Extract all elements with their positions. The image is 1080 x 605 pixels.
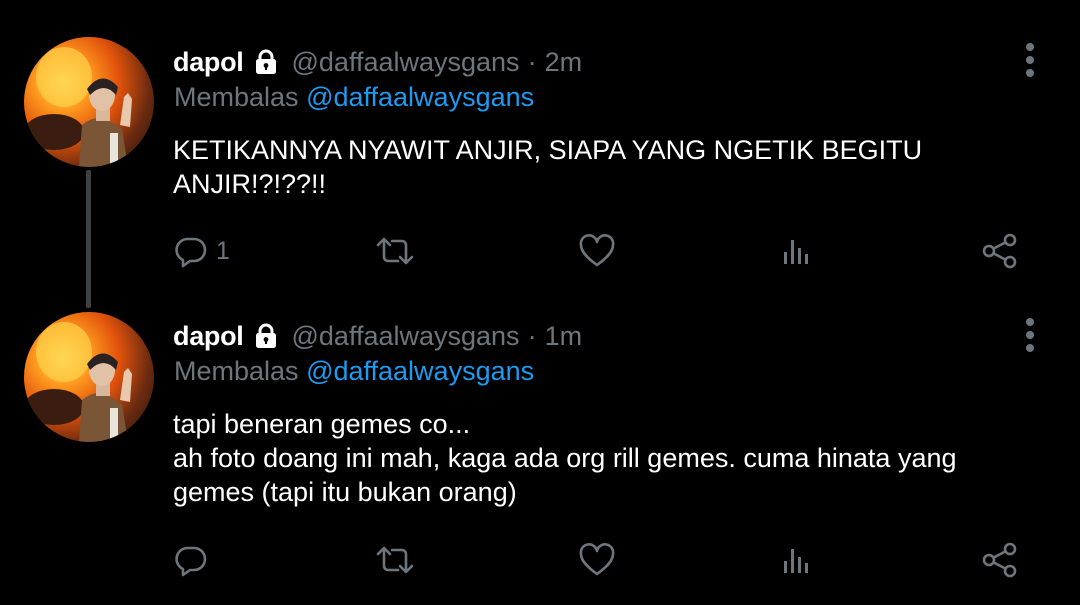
tweet[interactable]: dapol @daffaalwaysgans · 2m Membalas @da…	[0, 0, 1080, 300]
avatar[interactable]	[24, 312, 154, 442]
replying-to: Membalas @daffaalwaysgans	[174, 356, 534, 392]
tweet-text: KETIKANNYA NYAWIT ANJIR, SIAPA YANG NGET…	[173, 133, 1043, 201]
share-icon	[982, 233, 1017, 269]
views-button[interactable]	[778, 228, 814, 274]
tweet-header: dapol @daffaalwaysgans · 2m	[173, 42, 582, 82]
share-icon	[982, 542, 1017, 578]
tweet-actions	[0, 537, 1080, 583]
reply-prefix: Membalas	[174, 82, 299, 112]
retweet-icon	[376, 237, 414, 265]
reply-count: 1	[216, 236, 230, 265]
timestamp[interactable]: 2m	[545, 47, 583, 78]
separator-dot: ·	[527, 320, 537, 351]
more-vertical-icon[interactable]	[1024, 42, 1036, 78]
avatar[interactable]	[24, 37, 154, 167]
reply-bubble-icon	[175, 237, 207, 268]
like-button[interactable]	[578, 228, 616, 274]
separator-dot: ·	[527, 46, 537, 77]
avatar-photo	[24, 322, 132, 442]
tweet-text-line: KETIKANNYA NYAWIT ANJIR, SIAPA YANG NGET…	[173, 135, 923, 165]
reply-to-handle[interactable]: @daffaalwaysgans	[306, 82, 534, 112]
lock-icon	[255, 323, 276, 348]
views-button[interactable]	[778, 537, 814, 583]
like-button[interactable]	[578, 537, 616, 583]
tweet-text-line: ANJIR!?!??!!	[173, 169, 327, 199]
retweet-icon	[376, 546, 414, 574]
analytics-bars-icon	[784, 240, 808, 264]
user-handle[interactable]: @daffaalwaysgans	[292, 47, 520, 78]
user-handle[interactable]: @daffaalwaysgans	[292, 321, 520, 352]
tweet[interactable]: dapol @daffaalwaysgans · 1m Membalas @da…	[0, 300, 1080, 605]
reply-prefix: Membalas	[174, 356, 299, 386]
retweet-button[interactable]	[374, 228, 416, 274]
heart-icon	[579, 543, 615, 576]
tweet-text-line: gemes (tapi itu bukan orang)	[173, 477, 517, 507]
analytics-bars-icon	[784, 549, 808, 573]
timestamp[interactable]: 1m	[545, 321, 583, 352]
lock-icon	[255, 49, 276, 74]
display-name[interactable]: dapol	[173, 321, 244, 352]
tweet-actions: 1	[0, 228, 1080, 274]
retweet-button[interactable]	[374, 537, 416, 583]
heart-icon	[579, 234, 615, 267]
tweet-text-line: tapi beneran gemes co...	[173, 409, 471, 439]
share-button[interactable]	[980, 228, 1020, 274]
tweet-text-line: ah foto doang ini mah, kaga ada org rill…	[173, 443, 957, 473]
tweet-text: tapi beneran gemes co... ah foto doang i…	[173, 407, 1043, 509]
reply-to-handle[interactable]: @daffaalwaysgans	[306, 356, 534, 386]
avatar-photo	[24, 47, 132, 167]
share-button[interactable]	[980, 537, 1020, 583]
reply-button[interactable]: 1	[174, 228, 230, 274]
replying-to: Membalas @daffaalwaysgans	[174, 82, 534, 118]
tweet-header: dapol @daffaalwaysgans · 1m	[173, 316, 582, 356]
reply-bubble-icon	[175, 546, 207, 577]
reply-button[interactable]	[174, 537, 216, 583]
more-vertical-icon[interactable]	[1024, 317, 1036, 353]
display-name[interactable]: dapol	[173, 47, 244, 78]
